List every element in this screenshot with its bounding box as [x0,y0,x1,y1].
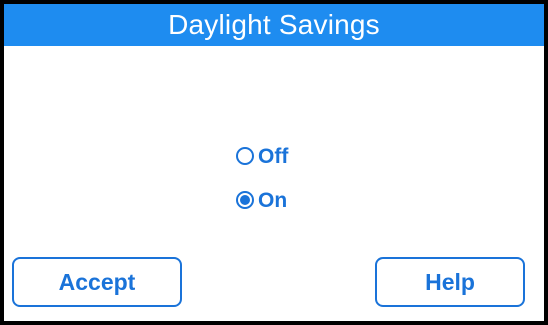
option-on-label[interactable]: On [258,190,287,211]
option-off[interactable]: Off [236,139,356,173]
option-on[interactable]: On [236,183,356,217]
accept-button-label: Accept [58,268,136,295]
radio-checked-icon[interactable] [236,191,254,209]
help-button[interactable]: Help [375,257,525,307]
daylight-savings-panel: Daylight Savings Off On Accept Help [4,4,544,321]
title-bar: Daylight Savings [4,4,544,46]
radio-unchecked-icon[interactable] [236,147,254,165]
screen: Daylight Savings Off On Accept Help [0,0,548,325]
option-off-label[interactable]: Off [258,146,288,167]
accept-button[interactable]: Accept [12,257,182,307]
help-button-label: Help [425,268,475,295]
daylight-savings-options: Off On [236,139,356,227]
page-title: Daylight Savings [168,9,380,40]
